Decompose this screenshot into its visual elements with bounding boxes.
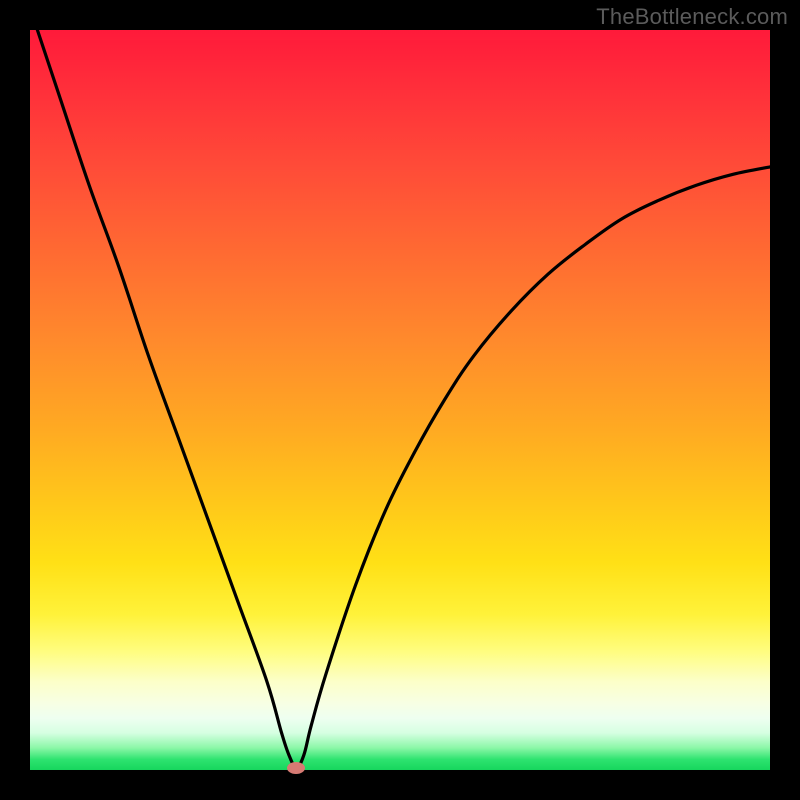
optimum-marker bbox=[287, 762, 305, 774]
plot-area bbox=[30, 30, 770, 770]
chart-frame: TheBottleneck.com bbox=[0, 0, 800, 800]
bottleneck-curve bbox=[30, 30, 770, 770]
watermark-text: TheBottleneck.com bbox=[596, 4, 788, 30]
